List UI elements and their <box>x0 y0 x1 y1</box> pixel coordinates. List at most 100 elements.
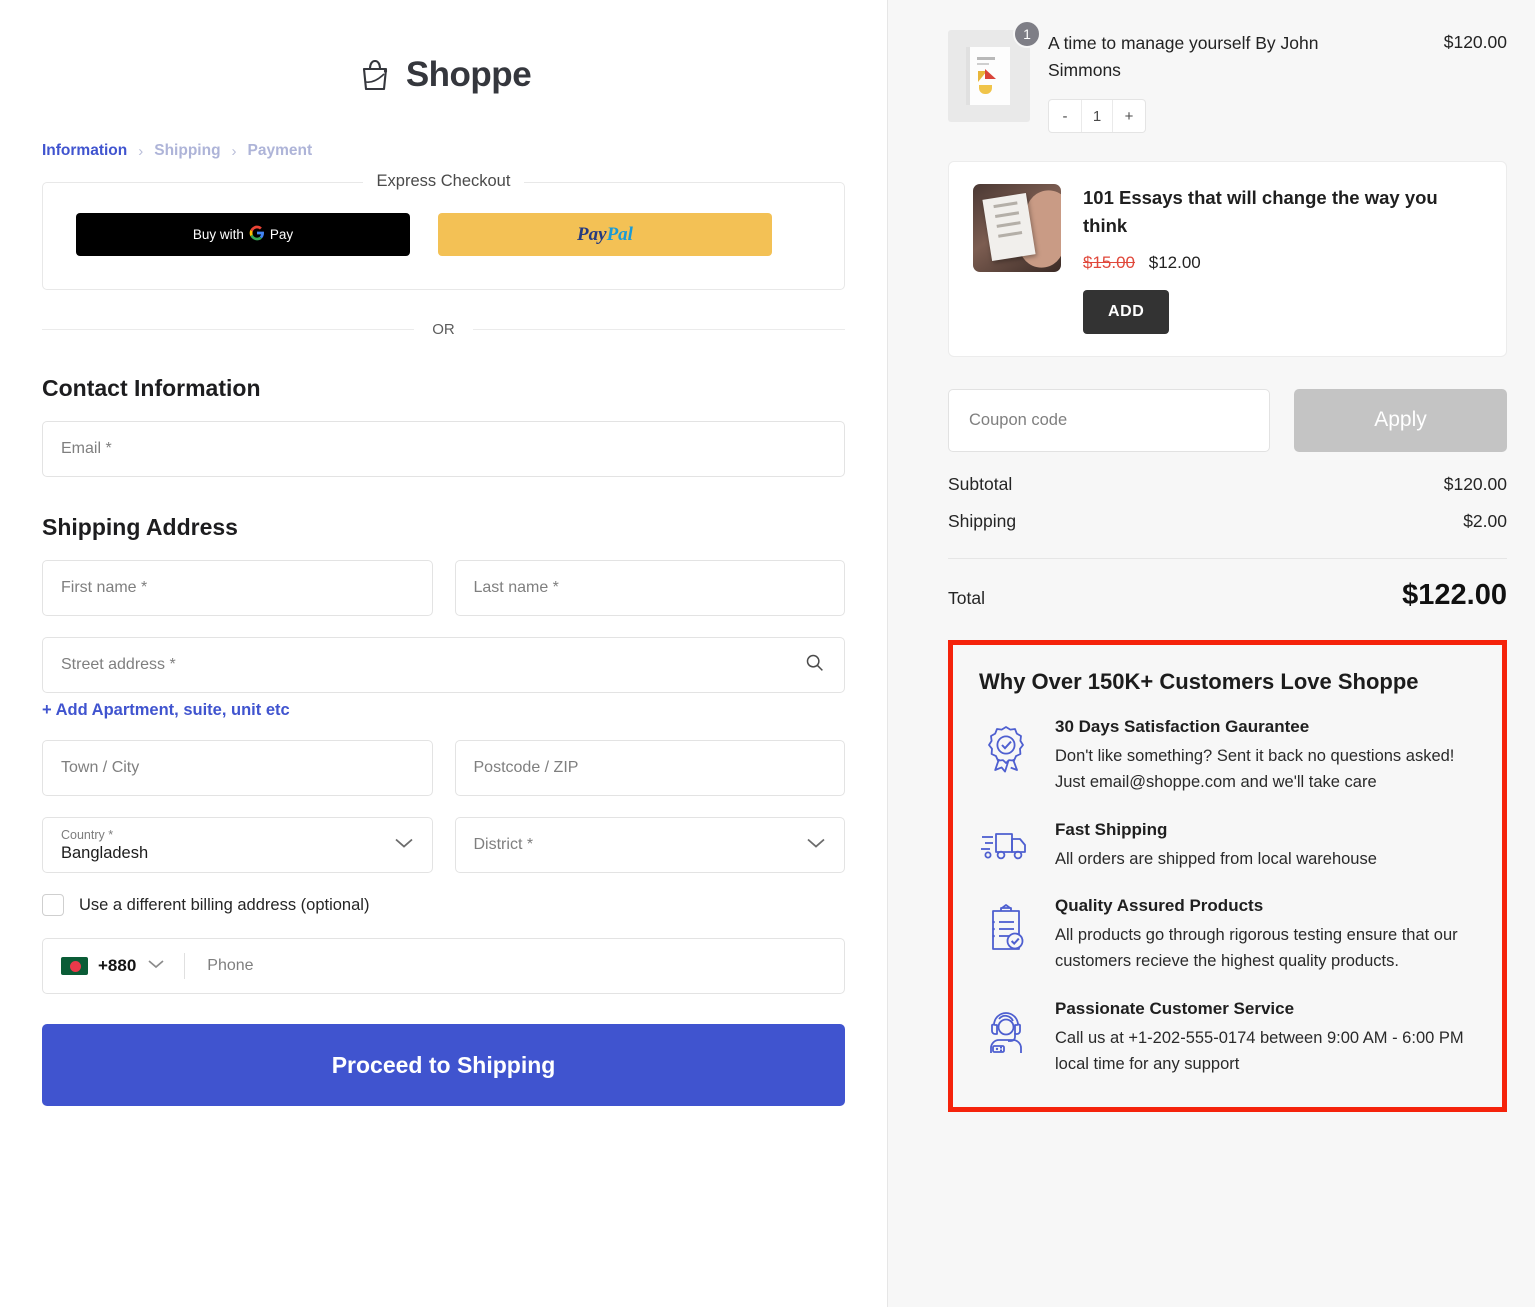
upsell-thumbnail <box>973 184 1061 272</box>
benefit-description: All products go through rigorous testing… <box>1055 922 1476 975</box>
coupon-code-input[interactable] <box>948 389 1270 452</box>
upsell-title: 101 Essays that will change the way you … <box>1083 184 1482 240</box>
or-divider: OR <box>42 321 845 338</box>
benefit-item: 30 Days Satisfaction Gaurantee Don't lik… <box>979 717 1476 796</box>
benefit-body: Quality Assured Products All products go… <box>1055 896 1476 975</box>
paypal-button[interactable]: PayPal <box>438 213 772 256</box>
cart-item-price: $120.00 <box>1444 30 1507 133</box>
district-placeholder: District * <box>474 836 827 854</box>
quantity-value[interactable]: 1 <box>1081 100 1113 132</box>
subtotal-value: $120.00 <box>1444 474 1507 495</box>
street-address-field <box>42 637 845 693</box>
book-cover-art <box>970 47 1010 105</box>
benefit-item: Fast Shipping All orders are shipped fro… <box>979 820 1476 872</box>
quantity-decrease-button[interactable]: - <box>1049 100 1081 132</box>
coupon-row: Apply <box>948 389 1507 452</box>
billing-address-row: Use a different billing address (optiona… <box>42 894 845 916</box>
upsell-card: 101 Essays that will change the way you … <box>948 161 1507 357</box>
shipping-address-heading: Shipping Address <box>42 514 845 541</box>
summary-row-subtotal: Subtotal $120.00 <box>948 474 1507 495</box>
billing-address-label: Use a different billing address (optiona… <box>79 896 369 915</box>
country-select[interactable]: Country * Bangladesh <box>42 817 433 873</box>
delivery-truck-icon <box>979 820 1033 872</box>
brand-logo[interactable]: Shoppe <box>42 0 845 95</box>
express-buttons-row: Buy with Pay PayPal <box>42 182 845 290</box>
cart-item-details: A time to manage yourself By John Simmon… <box>1048 30 1426 133</box>
total-label: Total <box>948 588 985 609</box>
postcode-zip-input[interactable] <box>455 740 846 796</box>
breadcrumb-step-information[interactable]: Information <box>42 142 127 160</box>
google-g-icon <box>249 225 265 245</box>
benefit-item: Quality Assured Products All products go… <box>979 896 1476 975</box>
phone-input[interactable] <box>189 939 844 993</box>
checkout-page: Shoppe Information › Shipping › Payment … <box>0 0 1535 1307</box>
shipping-value: $2.00 <box>1463 511 1507 532</box>
checkout-form-panel: Shoppe Information › Shipping › Payment … <box>0 0 888 1307</box>
shopping-bag-icon <box>356 56 394 94</box>
street-address-input[interactable] <box>42 637 845 693</box>
paypal-logo-pay: Pay <box>577 224 607 245</box>
district-select[interactable]: District * <box>455 817 846 873</box>
chevron-right-icon: › <box>232 143 237 160</box>
google-pay-button[interactable]: Buy with Pay <box>76 213 410 256</box>
total-value: $122.00 <box>1402 579 1507 612</box>
upsell-old-price: $15.00 <box>1083 253 1135 272</box>
breadcrumb: Information › Shipping › Payment <box>42 142 845 160</box>
subtotal-label: Subtotal <box>948 474 1012 495</box>
upsell-details: 101 Essays that will change the way you … <box>1083 184 1482 334</box>
summary-row-total: Total $122.00 <box>948 579 1507 612</box>
clipboard-check-icon <box>979 896 1033 975</box>
upsell-add-button[interactable]: ADD <box>1083 290 1169 334</box>
benefit-description: Don't like something? Sent it back no qu… <box>1055 743 1476 796</box>
dial-code-value: +880 <box>98 956 136 976</box>
chevron-down-icon <box>393 836 415 855</box>
gpay-pay-label: Pay <box>270 227 293 242</box>
benefit-item: Passionate Customer Service Call us at +… <box>979 999 1476 1078</box>
contact-information-heading: Contact Information <box>42 375 845 402</box>
add-apartment-link[interactable]: + Add Apartment, suite, unit etc <box>42 701 290 720</box>
why-customers-love-shoppe-section: Why Over 150K+ Customers Love Shoppe 30 … <box>948 640 1507 1113</box>
name-fields-row <box>42 560 845 616</box>
express-checkout-section: Express Checkout Buy with Pay <box>42 182 845 290</box>
breadcrumb-step-payment[interactable]: Payment <box>248 142 313 160</box>
benefit-title: 30 Days Satisfaction Gaurantee <box>1055 717 1476 737</box>
country-value: Bangladesh <box>61 843 414 864</box>
why-section-title: Why Over 150K+ Customers Love Shoppe <box>979 669 1476 695</box>
search-icon[interactable] <box>804 652 825 678</box>
benefit-description: Call us at +1-202-555-0174 between 9:00 … <box>1055 1025 1476 1078</box>
cart-item-quantity-stepper[interactable]: - 1 + <box>1048 99 1146 133</box>
country-label: Country * <box>61 827 414 843</box>
or-label: OR <box>432 321 455 338</box>
country-district-row: Country * Bangladesh District * <box>42 817 845 873</box>
rosette-check-icon <box>979 717 1033 796</box>
paypal-logo: PayPal <box>577 224 633 246</box>
country-code-select[interactable]: +880 <box>43 939 180 993</box>
express-checkout-legend: Express Checkout <box>42 172 845 191</box>
last-name-input[interactable] <box>455 560 846 616</box>
chevron-right-icon: › <box>138 143 143 160</box>
divider-line-right <box>473 329 845 330</box>
divider-line-left <box>42 329 414 330</box>
chevron-down-icon <box>805 836 827 855</box>
summary-row-shipping: Shipping $2.00 <box>948 511 1507 532</box>
chevron-down-icon <box>146 957 166 975</box>
paypal-logo-pal: Pal <box>607 224 633 245</box>
shipping-label: Shipping <box>948 511 1016 532</box>
headset-agent-icon <box>979 999 1033 1078</box>
gpay-label: Buy with <box>193 227 244 242</box>
billing-address-checkbox[interactable] <box>42 894 64 916</box>
email-input[interactable] <box>42 421 845 477</box>
cart-item-title: A time to manage yourself By John Simmon… <box>1048 30 1348 84</box>
proceed-to-shipping-button[interactable]: Proceed to Shipping <box>42 1024 845 1106</box>
divider <box>184 953 185 979</box>
brand-name: Shoppe <box>406 55 531 95</box>
first-name-input[interactable] <box>42 560 433 616</box>
quantity-increase-button[interactable]: + <box>1113 100 1145 132</box>
town-city-input[interactable] <box>42 740 433 796</box>
breadcrumb-step-shipping[interactable]: Shipping <box>154 142 220 160</box>
benefit-body: Fast Shipping All orders are shipped fro… <box>1055 820 1476 872</box>
benefit-title: Passionate Customer Service <box>1055 999 1476 1019</box>
apply-coupon-button[interactable]: Apply <box>1294 389 1507 452</box>
express-checkout-label: Express Checkout <box>363 172 525 190</box>
cart-item-thumbnail-wrap: 1 <box>948 30 1030 133</box>
